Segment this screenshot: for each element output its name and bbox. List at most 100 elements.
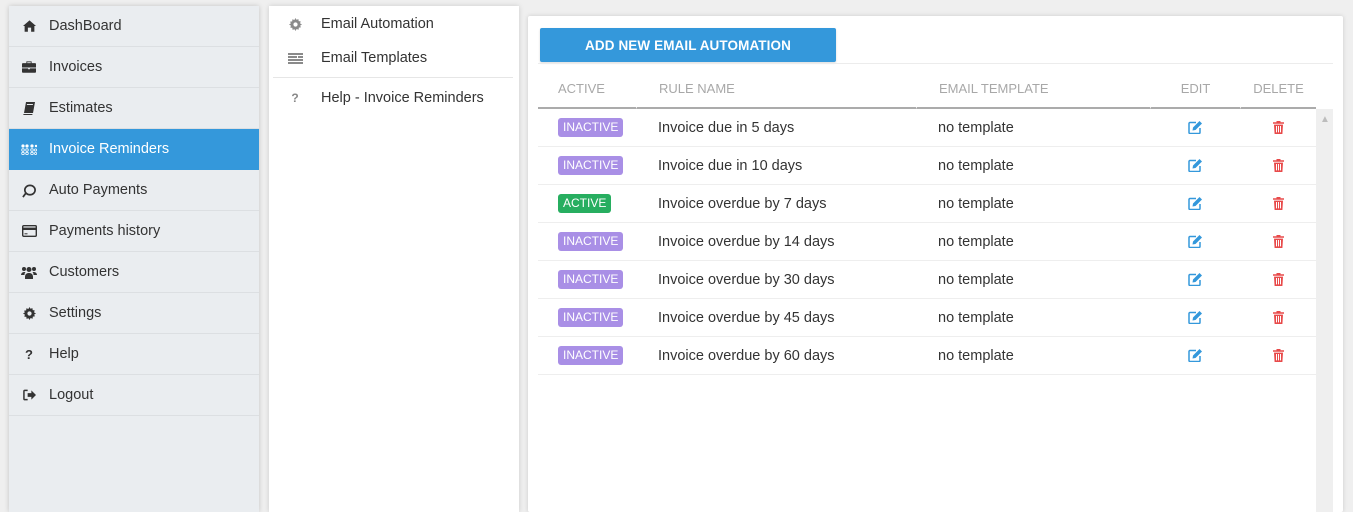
sidebar-item-label: Invoice Reminders — [49, 141, 170, 157]
edit-cell — [1150, 147, 1240, 185]
table-scrollbar[interactable]: ▲ — [1316, 109, 1333, 512]
submenu-item-label: Email Templates — [321, 50, 428, 66]
column-header-delete: DELETE — [1240, 69, 1316, 109]
column-header-email-template[interactable]: EMAIL TEMPLATE — [916, 69, 1150, 109]
briefcase-icon — [9, 61, 49, 73]
email-template-cell: no template — [916, 185, 1150, 223]
add-new-email-automation-button[interactable]: ADD NEW EMAIL AUTOMATION — [540, 28, 836, 62]
rule-name-cell: Invoice overdue by 7 days — [636, 185, 916, 223]
logout-icon — [9, 389, 49, 401]
delete-cell — [1240, 147, 1316, 185]
sidebar-item-logout[interactable]: Logout — [9, 375, 259, 416]
edit-icon[interactable] — [1188, 121, 1202, 135]
trash-icon[interactable] — [1272, 197, 1284, 211]
scroll-up-icon[interactable]: ▲ — [1320, 114, 1330, 125]
active-cell: INACTIVE — [538, 299, 636, 337]
column-header-rule-name[interactable]: RULE NAME — [636, 69, 916, 109]
active-cell: INACTIVE — [538, 109, 636, 147]
sidebar-item-label: Payments history — [49, 223, 161, 239]
rule-name-cell: Invoice overdue by 60 days — [636, 337, 916, 375]
email-template-cell: no template — [916, 337, 1150, 375]
invoice-reminders-submenu: Email Automation Email Templates ? Help … — [269, 6, 519, 512]
sidebar-item-label: Help — [49, 346, 79, 362]
trash-icon[interactable] — [1272, 159, 1284, 173]
sidebar-item-label: Invoices — [49, 59, 103, 75]
email-template-cell: no template — [916, 109, 1150, 147]
delete-cell — [1240, 337, 1316, 375]
submenu-divider — [273, 77, 513, 78]
delete-cell — [1240, 185, 1316, 223]
status-badge[interactable]: INACTIVE — [558, 118, 624, 137]
home-icon — [9, 20, 49, 32]
edit-icon[interactable] — [1188, 197, 1202, 211]
rule-name-cell: Invoice overdue by 14 days — [636, 223, 916, 261]
submenu-item-label: Help - Invoice Reminders — [321, 90, 484, 106]
divider — [538, 63, 1333, 64]
status-badge[interactable]: INACTIVE — [558, 308, 624, 327]
trash-icon[interactable] — [1272, 235, 1284, 249]
table-row: ACTIVE Invoice overdue by 7 days no templa… — [538, 185, 1316, 223]
table-row: INACTIVE Invoice due in 10 days no templat… — [538, 147, 1316, 185]
status-badge[interactable]: INACTIVE — [558, 156, 624, 175]
sidebar-item-customers[interactable]: Customers — [9, 252, 259, 293]
status-badge[interactable]: INACTIVE — [558, 270, 624, 289]
sidebar-item-estimates[interactable]: Estimates — [9, 88, 259, 129]
edit-icon[interactable] — [1188, 235, 1202, 249]
active-cell: INACTIVE — [538, 337, 636, 375]
sidebar-item-auto-payments[interactable]: Auto Payments — [9, 170, 259, 211]
edit-cell — [1150, 337, 1240, 375]
rule-name-cell: Invoice due in 10 days — [636, 147, 916, 185]
status-badge[interactable]: INACTIVE — [558, 232, 624, 251]
edit-icon[interactable] — [1188, 311, 1202, 325]
table-row: INACTIVE Invoice overdue by 60 days no tem… — [538, 337, 1316, 375]
edit-cell — [1150, 185, 1240, 223]
delete-cell — [1240, 109, 1316, 147]
table-row: INACTIVE Invoice due in 5 days no template — [538, 109, 1316, 147]
delete-cell — [1240, 299, 1316, 337]
edit-cell — [1150, 223, 1240, 261]
circle-sync-icon — [9, 183, 49, 198]
question-icon: ? — [25, 346, 33, 362]
sidebar-item-label: Logout — [49, 387, 94, 403]
sidebar-item-label: Customers — [49, 264, 120, 280]
email-automation-panel: ADD NEW EMAIL AUTOMATION ACTIVE RULE NAM… — [528, 16, 1343, 512]
edit-icon[interactable] — [1188, 159, 1202, 173]
submenu-item-email-automation[interactable]: Email Automation — [269, 7, 519, 41]
status-badge[interactable]: INACTIVE — [558, 346, 624, 365]
column-header-active[interactable]: ACTIVE — [538, 69, 636, 109]
active-cell: ACTIVE — [538, 185, 636, 223]
active-cell: INACTIVE — [538, 147, 636, 185]
table-row: INACTIVE Invoice overdue by 30 days no tem… — [538, 261, 1316, 299]
edit-cell — [1150, 109, 1240, 147]
sidebar-item-payments-history[interactable]: Payments history — [9, 211, 259, 252]
email-template-cell: no template — [916, 299, 1150, 337]
sidebar-item-invoices[interactable]: Invoices — [9, 47, 259, 88]
grid-dots-icon — [9, 143, 49, 155]
sidebar-item-help[interactable]: ? Help — [9, 334, 259, 375]
rule-name-cell: Invoice due in 5 days — [636, 109, 916, 147]
status-badge[interactable]: ACTIVE — [558, 194, 612, 213]
submenu-item-email-templates[interactable]: Email Templates — [269, 41, 519, 75]
trash-icon[interactable] — [1272, 349, 1284, 363]
edit-icon[interactable] — [1188, 349, 1202, 363]
gear-icon — [9, 306, 49, 320]
email-template-cell: no template — [916, 147, 1150, 185]
sidebar-item-label: DashBoard — [49, 18, 122, 34]
sidebar-item-dashboard[interactable]: DashBoard — [9, 6, 259, 47]
trash-icon[interactable] — [1272, 273, 1284, 287]
submenu-item-help-invoice-reminders[interactable]: ? Help - Invoice Reminders — [269, 81, 519, 115]
question-icon: ? — [291, 91, 299, 105]
book-icon — [9, 101, 49, 115]
sidebar-item-invoice-reminders[interactable]: Invoice Reminders — [9, 129, 259, 170]
gear-icon — [269, 17, 321, 31]
trash-icon[interactable] — [1272, 121, 1284, 135]
trash-icon[interactable] — [1272, 311, 1284, 325]
table-header-row: ACTIVE RULE NAME EMAIL TEMPLATE EDIT DEL… — [538, 69, 1316, 109]
sidebar-item-label: Auto Payments — [49, 182, 148, 198]
edit-icon[interactable] — [1188, 273, 1202, 287]
email-template-cell: no template — [916, 261, 1150, 299]
table-row: INACTIVE Invoice overdue by 14 days no tem… — [538, 223, 1316, 261]
table-row: INACTIVE Invoice overdue by 45 days no tem… — [538, 299, 1316, 337]
sidebar-item-settings[interactable]: Settings — [9, 293, 259, 334]
delete-cell — [1240, 223, 1316, 261]
